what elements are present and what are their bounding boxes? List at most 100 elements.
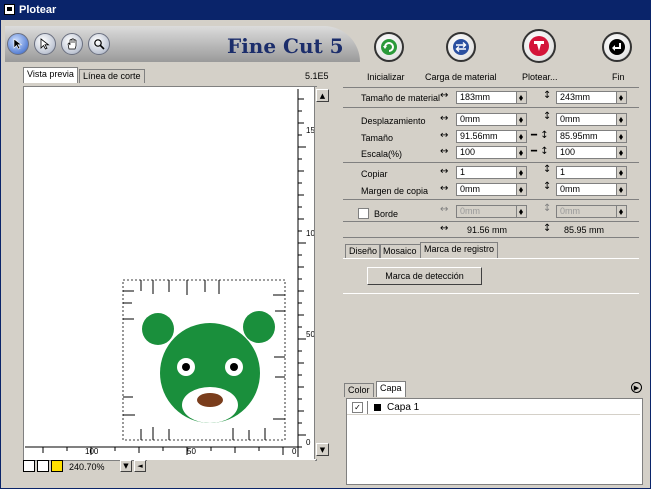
copies-y-input[interactable]: 1 [556, 166, 627, 179]
height-arrow-icon: ↕ [543, 164, 552, 175]
vruler-label-100: 100 [306, 230, 319, 238]
zoom-icon[interactable] [88, 33, 110, 55]
preview-canvas[interactable] [23, 87, 315, 459]
title-bar: Plotear [1, 1, 650, 20]
load-material-button-label[interactable]: Carga de material [425, 72, 497, 82]
pointer-icon[interactable] [34, 33, 56, 55]
width-arrow-icon: ↔ [440, 130, 449, 141]
zoom-dropdown-icon[interactable]: ▼ [120, 460, 132, 472]
media-width-input[interactable]: 183mm [456, 91, 527, 104]
bear-graphic [142, 311, 275, 423]
vruler-label-50: 50 [306, 330, 315, 339]
bear-right-ear [243, 311, 275, 343]
return-icon[interactable] [602, 32, 632, 62]
refresh-icon[interactable] [374, 32, 404, 62]
vertical-ruler-ticks [298, 98, 306, 448]
border-y-input[interactable]: 0mm [556, 205, 627, 218]
tab-mosaico[interactable]: Mosaico [379, 244, 421, 258]
swap-arrows-icon[interactable] [446, 32, 476, 62]
divider [343, 87, 639, 88]
offset-x-input[interactable]: 0mm [456, 113, 527, 126]
width-arrow-icon: ↔ [440, 204, 449, 215]
offset-y-input[interactable]: 0mm [556, 113, 627, 126]
tool-band: Fine Cut 5 [5, 26, 360, 62]
tab-diseno[interactable]: Diseño [345, 244, 382, 258]
panel-menu-icon[interactable]: ▶ [631, 382, 642, 393]
width-arrow-icon: ↔ [440, 90, 449, 101]
hand-icon[interactable] [61, 33, 83, 55]
width-arrow-icon: ↔ [440, 166, 449, 177]
vruler-label-0: 0 [306, 438, 311, 447]
media-height-input[interactable]: 243mm [556, 91, 627, 104]
scale-label: Escala(%) [361, 149, 403, 159]
divider [343, 162, 639, 163]
bear-left-pupil [182, 363, 190, 371]
border-x-input[interactable]: 0mm [456, 205, 527, 218]
media-size-label: Tamaño de material [361, 93, 441, 103]
total-width: 91.56 mm [467, 225, 508, 235]
copies-x-input[interactable]: 1 [456, 166, 527, 179]
finish-button-label[interactable]: Fin [612, 72, 625, 82]
size-width-input[interactable]: 91.56mm [456, 130, 527, 143]
scale-x-input[interactable]: 100 [456, 146, 527, 159]
select-icon[interactable] [7, 33, 29, 55]
version-label: 5.1E5 [305, 71, 329, 81]
copy-margin-y-input[interactable]: 0mm [556, 183, 627, 196]
tab-vista-previa[interactable]: Vista previa [23, 67, 78, 83]
height-arrow-icon: ↕ [543, 90, 552, 101]
scale-y-input[interactable]: 100 [556, 146, 627, 159]
divider [343, 107, 639, 108]
plotter-icon[interactable] [522, 29, 556, 63]
width-arrow-icon: ↔ [440, 183, 449, 194]
offset-label: Desplazamiento [361, 116, 426, 126]
window-title: Plotear [19, 4, 57, 16]
total-height: 85.95 mm [564, 225, 605, 235]
link-aspect-icon[interactable]: ━ ↕ [531, 130, 549, 141]
tab-color[interactable]: Color [344, 383, 374, 397]
bear-left-ear [142, 313, 174, 345]
tab-capa[interactable]: Capa [376, 381, 406, 397]
scroll-down-icon[interactable]: ▼ [316, 443, 329, 456]
layer-color-swatch [374, 404, 381, 411]
zoom-level: 240.70% [69, 462, 105, 472]
hruler-label-50: 50 [187, 447, 196, 456]
border-checkbox[interactable] [358, 208, 369, 219]
link-scale-icon[interactable]: ━ ↕ [531, 146, 549, 157]
plot-button-label[interactable]: Plotear... [522, 72, 558, 82]
horizontal-scrollbar[interactable] [147, 460, 315, 472]
fit-object-icon[interactable] [51, 460, 63, 472]
height-arrow-icon: ↕ [543, 223, 552, 234]
toolbar: Fine Cut 5 Inicializar Carga de material… [1, 20, 650, 82]
fit-page-icon[interactable] [23, 460, 35, 472]
window-icon [4, 4, 15, 15]
fit-width-icon[interactable] [37, 460, 49, 472]
layer-row[interactable]: ✓ Capa 1 [347, 401, 640, 415]
hruler-label-0: 0 [292, 447, 297, 456]
size-height-input[interactable]: 85.95mm [556, 130, 627, 143]
divider [343, 237, 639, 238]
scroll-left-icon[interactable]: ◄ [134, 460, 146, 472]
divider [343, 293, 639, 294]
tab-marca-de-registro[interactable]: Marca de registro [420, 242, 499, 258]
height-arrow-icon: ↕ [543, 203, 552, 214]
vruler-label-150: 150 [306, 127, 319, 135]
bear-nose [197, 393, 223, 407]
layer-visible-checkbox[interactable]: ✓ [352, 402, 363, 413]
bear-right-pupil [230, 363, 238, 371]
border-label: Borde [374, 209, 399, 219]
layer-name: Capa 1 [387, 402, 420, 413]
tab-panel-border [343, 258, 639, 259]
initialize-button-label[interactable]: Inicializar [367, 72, 405, 82]
fine-cut-logo: Fine Cut 5 [227, 34, 344, 58]
detection-mark-button[interactable]: Marca de detección [367, 267, 482, 285]
tab-linea-de-corte[interactable]: Línea de corte [79, 69, 145, 83]
copy-margin-x-input[interactable]: 0mm [456, 183, 527, 196]
height-arrow-icon: ↕ [543, 181, 552, 192]
layer-list: ✓ Capa 1 [346, 398, 643, 485]
divider [343, 221, 639, 222]
width-arrow-icon: ↔ [440, 113, 449, 124]
vertical-scrollbar[interactable]: ▲ ▼ [314, 87, 331, 459]
width-arrow-icon: ↔ [440, 223, 449, 234]
height-arrow-icon: ↕ [543, 111, 552, 122]
scroll-up-icon[interactable]: ▲ [316, 89, 329, 102]
